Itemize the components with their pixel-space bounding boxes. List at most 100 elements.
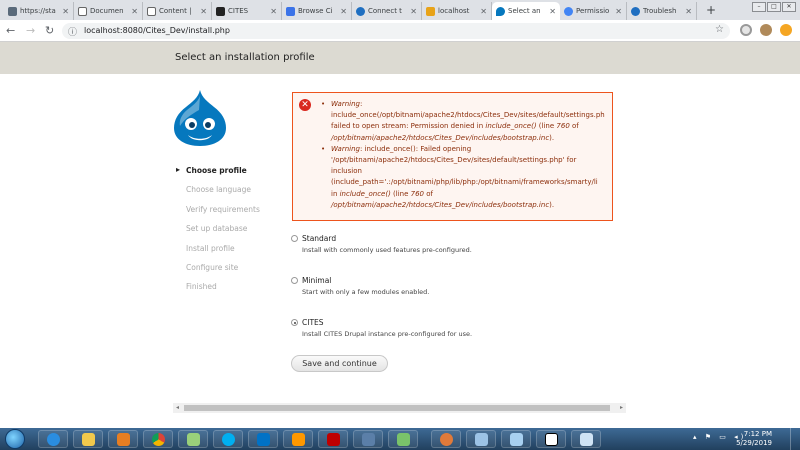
b-icon <box>631 6 640 16</box>
browser-tab[interactable]: Connect t ✕ <box>352 2 422 20</box>
7zip-icon[interactable] <box>536 430 566 448</box>
adc-icon <box>8 6 17 16</box>
close-tab-icon[interactable]: ✕ <box>62 7 69 16</box>
info-icon[interactable]: ⓘ <box>68 25 77 38</box>
bookmark-icon <box>286 6 295 16</box>
windows-taskbar: ▴ ⚑ ▭ ◂) 7:12 PM 5/29/2019 <box>0 428 800 450</box>
radio-minimal[interactable] <box>291 277 298 284</box>
horizontal-scrollbar[interactable]: ◂ ▸ <box>173 403 626 413</box>
browser-tab[interactable]: Troublesh ✕ <box>627 2 697 20</box>
browser-tab-active[interactable]: Select an ✕ <box>492 2 560 20</box>
browser-tab[interactable]: localhost ✕ <box>422 2 492 20</box>
error-text: include_once(/opt/bitnami/apache2/htdocs… <box>331 111 605 120</box>
error-messages: ✕ Warning: include_once(/opt/bitnami/apa… <box>292 92 613 221</box>
drupal-icon <box>496 6 505 16</box>
error-item: Warning: include_once(): Failed opening … <box>321 144 612 211</box>
browser-tab-strip: https://sta ✕ Documen ✕ Content | ✕ CITES ✕ … <box>0 0 800 20</box>
error-file-path: /opt/bitnami/apache2/htdocs/Cites_Dev/in… <box>331 133 555 142</box>
media-player-icon[interactable] <box>108 430 138 448</box>
close-tab-icon[interactable]: ✕ <box>270 7 277 16</box>
network-icon[interactable] <box>353 430 383 448</box>
profile-description: Start with only a few modules enabled. <box>302 288 430 296</box>
browser-tab[interactable]: CITES ✕ <box>212 2 282 20</box>
document-icon <box>147 6 156 16</box>
url-text[interactable]: localhost:8080/Cites_Dev/install.php <box>84 26 230 35</box>
close-window-icon[interactable]: ✕ <box>782 2 796 12</box>
explorer-icon[interactable] <box>73 430 103 448</box>
profile-name[interactable]: Standard <box>302 234 336 243</box>
error-file-path: /opt/bitnami/apache2/htdocs/Cites_Dev/in… <box>331 200 555 209</box>
maximize-icon[interactable]: □ <box>767 2 781 12</box>
close-tab-icon[interactable]: ✕ <box>131 7 138 16</box>
profile-name[interactable]: Minimal <box>302 276 331 285</box>
radio-cites[interactable] <box>291 319 298 326</box>
profile-name[interactable]: CITES <box>302 318 324 327</box>
cloud-app-icon[interactable] <box>178 430 208 448</box>
step-verify-requirements: Verify requirements <box>186 204 260 214</box>
close-tab-icon[interactable]: ✕ <box>340 7 347 16</box>
skype-icon[interactable] <box>213 430 243 448</box>
ie-icon[interactable] <box>38 430 68 448</box>
error-text: '/opt/bitnami/apache2/htdocs/Cites_Dev/s… <box>331 156 577 165</box>
gem-icon[interactable] <box>388 430 418 448</box>
close-tab-icon[interactable]: ✕ <box>480 7 487 16</box>
browser-tab[interactable]: Permissio ✕ <box>560 2 627 20</box>
google-icon <box>564 6 573 16</box>
minimize-icon[interactable]: – <box>752 2 766 12</box>
error-text: failed to open stream: Permission denied… <box>331 122 579 131</box>
forward-arrow-icon[interactable]: → <box>26 24 35 37</box>
back-arrow-icon[interactable]: ← <box>6 24 15 37</box>
menu-alert-icon[interactable] <box>780 24 792 36</box>
close-tab-icon[interactable]: ✕ <box>549 7 556 16</box>
scrollbar-thumb[interactable] <box>184 405 610 411</box>
step-configure-site: Configure site <box>186 262 239 272</box>
close-tab-icon[interactable]: ✕ <box>410 7 417 16</box>
close-tab-icon[interactable]: ✕ <box>685 7 692 16</box>
error-icon: ✕ <box>299 99 311 111</box>
error-text: inclusion <box>331 167 362 176</box>
new-tab-icon[interactable]: + <box>706 3 716 17</box>
clock-date: 5/29/2019 <box>736 439 772 447</box>
browser-tab[interactable]: Documen ✕ <box>74 2 143 20</box>
save-and-continue-button[interactable]: Save and continue <box>291 355 388 372</box>
scroll-left-icon[interactable]: ◂ <box>176 404 179 411</box>
notes-icon[interactable] <box>501 430 531 448</box>
clock-time: 7:12 PM <box>743 430 772 438</box>
scroll-right-icon[interactable]: ▸ <box>620 404 623 411</box>
step-choose-profile: Choose profile <box>176 165 260 185</box>
screenshot-icon[interactable] <box>466 430 496 448</box>
browser-tab[interactable]: Browse Ci ✕ <box>282 2 352 20</box>
close-tab-icon[interactable]: ✕ <box>615 7 622 16</box>
chart-icon <box>426 6 435 16</box>
step-set-up-database: Set up database <box>186 224 248 234</box>
radio-standard[interactable] <box>291 235 298 242</box>
cites-icon <box>216 6 225 16</box>
install-steps: Choose profile Choose language Verify re… <box>176 165 260 302</box>
document-icon <box>78 6 87 16</box>
sublime-icon[interactable] <box>283 430 313 448</box>
bookmark-star-icon[interactable]: ☆ <box>715 24 724 35</box>
error-text: in include_once() (line 760 of <box>331 189 433 198</box>
reload-icon[interactable]: ↻ <box>45 24 54 37</box>
step-choose-language: Choose language <box>186 185 251 195</box>
profile-description: Install CITES Drupal instance pre-config… <box>302 330 473 338</box>
address-bar[interactable]: ⓘ localhost:8080/Cites_Dev/install.php ☆ <box>62 23 730 39</box>
browser-tab[interactable]: Content | ✕ <box>143 2 212 20</box>
profile-avatar[interactable] <box>760 24 772 36</box>
outlook-icon[interactable] <box>248 430 278 448</box>
paintbrush-icon[interactable] <box>571 430 601 448</box>
paint-icon[interactable] <box>431 430 461 448</box>
filezilla-icon[interactable] <box>318 430 348 448</box>
start-button[interactable] <box>5 429 25 449</box>
show-desktop-button[interactable] <box>790 428 800 450</box>
browser-toolbar: ← → ↻ ⓘ localhost:8080/Cites_Dev/install… <box>0 20 800 42</box>
extension-icon[interactable] <box>740 24 752 36</box>
warning-label: Warning <box>331 100 360 108</box>
close-tab-icon[interactable]: ✕ <box>200 7 207 16</box>
chrome-icon[interactable] <box>143 430 173 448</box>
b-icon <box>356 6 365 16</box>
clock[interactable]: 7:12 PM 5/29/2019 <box>736 430 772 448</box>
error-item: Warning: include_once(/opt/bitnami/apach… <box>321 99 612 144</box>
browser-tab[interactable]: https://sta ✕ <box>4 2 74 20</box>
page-header: Select an installation profile <box>0 42 800 74</box>
